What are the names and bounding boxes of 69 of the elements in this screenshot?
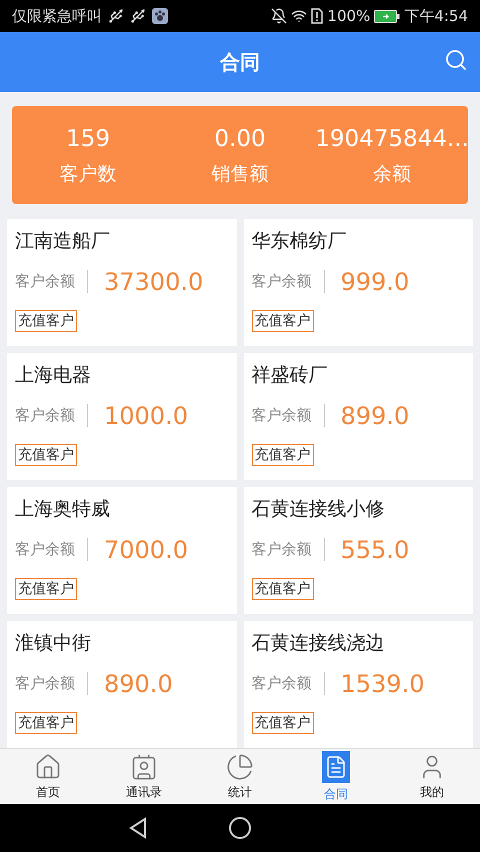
paw-app-icon bbox=[152, 8, 168, 24]
battery-icon bbox=[374, 10, 400, 22]
customer-tag: 充值客户 bbox=[252, 712, 314, 734]
balance-label: 客户余额 bbox=[15, 270, 88, 293]
customer-tag: 充值客户 bbox=[252, 310, 314, 332]
customer-name: 石黄连接线浇边 bbox=[252, 631, 386, 656]
customer-card[interactable]: 上海电器 客户余额 1000.0 充值客户 bbox=[7, 353, 236, 480]
customer-tag: 充值客户 bbox=[15, 444, 77, 466]
sim-alert-icon bbox=[311, 8, 324, 24]
nav-tab[interactable]: 通讯录 bbox=[96, 749, 192, 804]
pie-chart-icon bbox=[226, 752, 254, 780]
search-button[interactable] bbox=[444, 48, 468, 72]
summary-label: 余额 bbox=[373, 162, 411, 187]
document-icon bbox=[322, 750, 350, 782]
customer-card[interactable]: 上海奥特威 客户余额 7000.0 充值客户 bbox=[7, 487, 236, 614]
customer-tag: 充值客户 bbox=[252, 444, 314, 466]
customer-card[interactable]: 淮镇中街 客户余额 890.0 充值客户 bbox=[7, 621, 236, 748]
balance-label: 客户余额 bbox=[15, 404, 88, 427]
customer-name: 石黄连接线小修 bbox=[252, 497, 386, 522]
summary-value: 159 bbox=[66, 124, 110, 154]
customer-name: 华东棉纺厂 bbox=[252, 229, 348, 254]
carrier-text: 仅限紧急呼叫 bbox=[12, 6, 102, 27]
customer-card[interactable]: 祥盛砖厂 客户余额 899.0 充值客户 bbox=[244, 353, 473, 480]
balance-amount: 555.0 bbox=[340, 534, 410, 566]
usb-icon bbox=[130, 8, 146, 24]
contact-card-icon bbox=[130, 752, 158, 780]
customer-card[interactable]: 华东棉纺厂 客户余额 999.0 充值客户 bbox=[244, 219, 473, 346]
nav-tab[interactable]: 首页 bbox=[0, 749, 96, 804]
customer-tag: 充值客户 bbox=[15, 712, 77, 734]
customer-tag: 充值客户 bbox=[252, 578, 314, 600]
balance-label: 客户余额 bbox=[252, 404, 324, 427]
balance-label: 客户余额 bbox=[252, 672, 324, 695]
wifi-icon bbox=[291, 8, 308, 24]
mute-icon bbox=[271, 8, 288, 24]
balance-label: 客户余额 bbox=[15, 538, 88, 561]
nav-tab[interactable]: 统计 bbox=[192, 749, 288, 804]
nav-tab[interactable]: 我的 bbox=[384, 749, 480, 804]
summary-value: 190475844... bbox=[315, 124, 469, 154]
battery-percent: 100% bbox=[327, 6, 370, 27]
usb-icon bbox=[108, 8, 124, 24]
balance-amount: 37300.0 bbox=[103, 266, 204, 298]
customer-name: 江南造船厂 bbox=[15, 229, 111, 254]
balance-label: 客户余额 bbox=[252, 270, 324, 293]
balance-amount: 999.0 bbox=[340, 266, 410, 298]
customer-card[interactable]: 石黄连接线小修 客户余额 555.0 充值客户 bbox=[244, 487, 473, 614]
balance-amount: 7000.0 bbox=[103, 534, 188, 566]
customer-name: 祥盛砖厂 bbox=[252, 363, 328, 388]
balance-amount: 1539.0 bbox=[340, 668, 424, 700]
balance-amount: 899.0 bbox=[340, 400, 410, 432]
clock-text: 下午4:54 bbox=[404, 6, 468, 27]
balance-label: 客户余额 bbox=[252, 538, 324, 561]
customer-name: 上海电器 bbox=[15, 363, 92, 388]
balance-label: 客户余额 bbox=[15, 672, 88, 695]
customer-tag: 充值客户 bbox=[15, 310, 77, 332]
customer-tag: 充值客户 bbox=[15, 578, 77, 600]
home-icon bbox=[34, 752, 62, 780]
customer-card[interactable]: 石黄连接线浇边 客户余额 1539.0 充值客户 bbox=[244, 621, 473, 748]
customer-name: 上海奥特威 bbox=[15, 497, 111, 522]
page-title: 合同 bbox=[220, 49, 260, 76]
balance-amount: 1000.0 bbox=[103, 400, 188, 432]
nav-tab[interactable]: 合同 bbox=[288, 749, 384, 804]
customer-card[interactable]: 江南造船厂 客户余额 37300.0 充值客户 bbox=[7, 219, 236, 346]
summary-value: 0.00 bbox=[214, 124, 266, 154]
home-circle-icon[interactable] bbox=[228, 816, 252, 840]
back-icon[interactable] bbox=[128, 817, 148, 839]
summary-label: 销售额 bbox=[212, 162, 268, 187]
customer-name: 淮镇中街 bbox=[15, 631, 92, 656]
balance-amount: 890.0 bbox=[103, 668, 173, 700]
summary-label: 客户数 bbox=[60, 162, 116, 187]
